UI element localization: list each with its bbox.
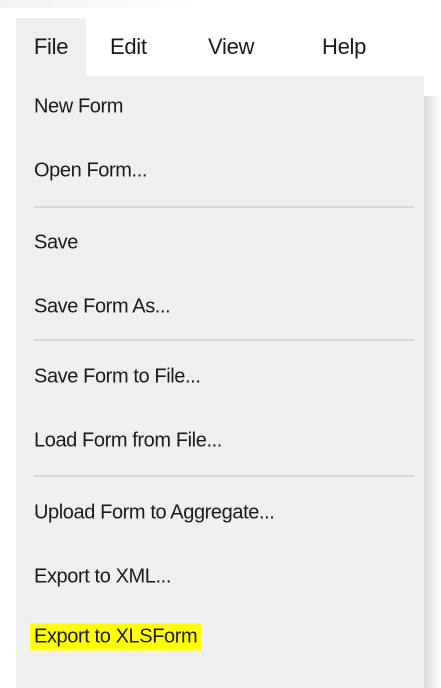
menu-item-label: Load Form from File... — [34, 429, 222, 452]
menu-item-label: New Form — [34, 95, 124, 118]
menu-item-open-form[interactable]: Open Form... — [16, 140, 424, 202]
menu-item-save-form-as[interactable]: Save Form As... — [16, 276, 424, 338]
menu-item-save[interactable]: Save — [16, 212, 424, 274]
menu-item-label: Save Form As... — [34, 295, 171, 318]
menu-item-export-to-xml[interactable]: Export to XML... — [16, 546, 424, 608]
menu-item-label: Save — [34, 231, 78, 254]
menu-separator — [34, 206, 414, 208]
menu-help[interactable]: Help — [322, 18, 366, 76]
menu-file[interactable]: File — [16, 18, 86, 76]
menu-item-label: Export to XLSForm — [30, 623, 202, 651]
window-edge — [0, 0, 200, 8]
application-window: File Edit View Help New Form Open Form..… — [0, 0, 441, 688]
menu-separator — [34, 475, 414, 477]
menu-item-save-form-to-file[interactable]: Save Form to File... — [16, 346, 424, 408]
file-dropdown-menu: New Form Open Form... Save Save Form As.… — [16, 76, 424, 688]
menu-item-label: Export to XML... — [34, 565, 171, 588]
menu-item-new-form[interactable]: New Form — [16, 76, 424, 138]
menu-item-upload-form-to-aggregate[interactable]: Upload Form to Aggregate... — [16, 482, 424, 544]
menu-item-label: Upload Form to Aggregate... — [34, 501, 275, 524]
menu-item-export-to-xlsform[interactable]: Export to XLSForm — [16, 606, 424, 668]
menu-view[interactable]: View — [208, 18, 254, 76]
menu-edit[interactable]: Edit — [110, 18, 147, 76]
menu-item-label: Open Form... — [34, 159, 148, 182]
menu-bar: File Edit View Help — [16, 18, 441, 76]
dropdown-shadow — [424, 96, 441, 688]
menu-separator — [34, 339, 414, 341]
menu-item-load-form-from-file[interactable]: Load Form from File... — [16, 410, 424, 472]
menu-item-label: Save Form to File... — [34, 365, 201, 388]
